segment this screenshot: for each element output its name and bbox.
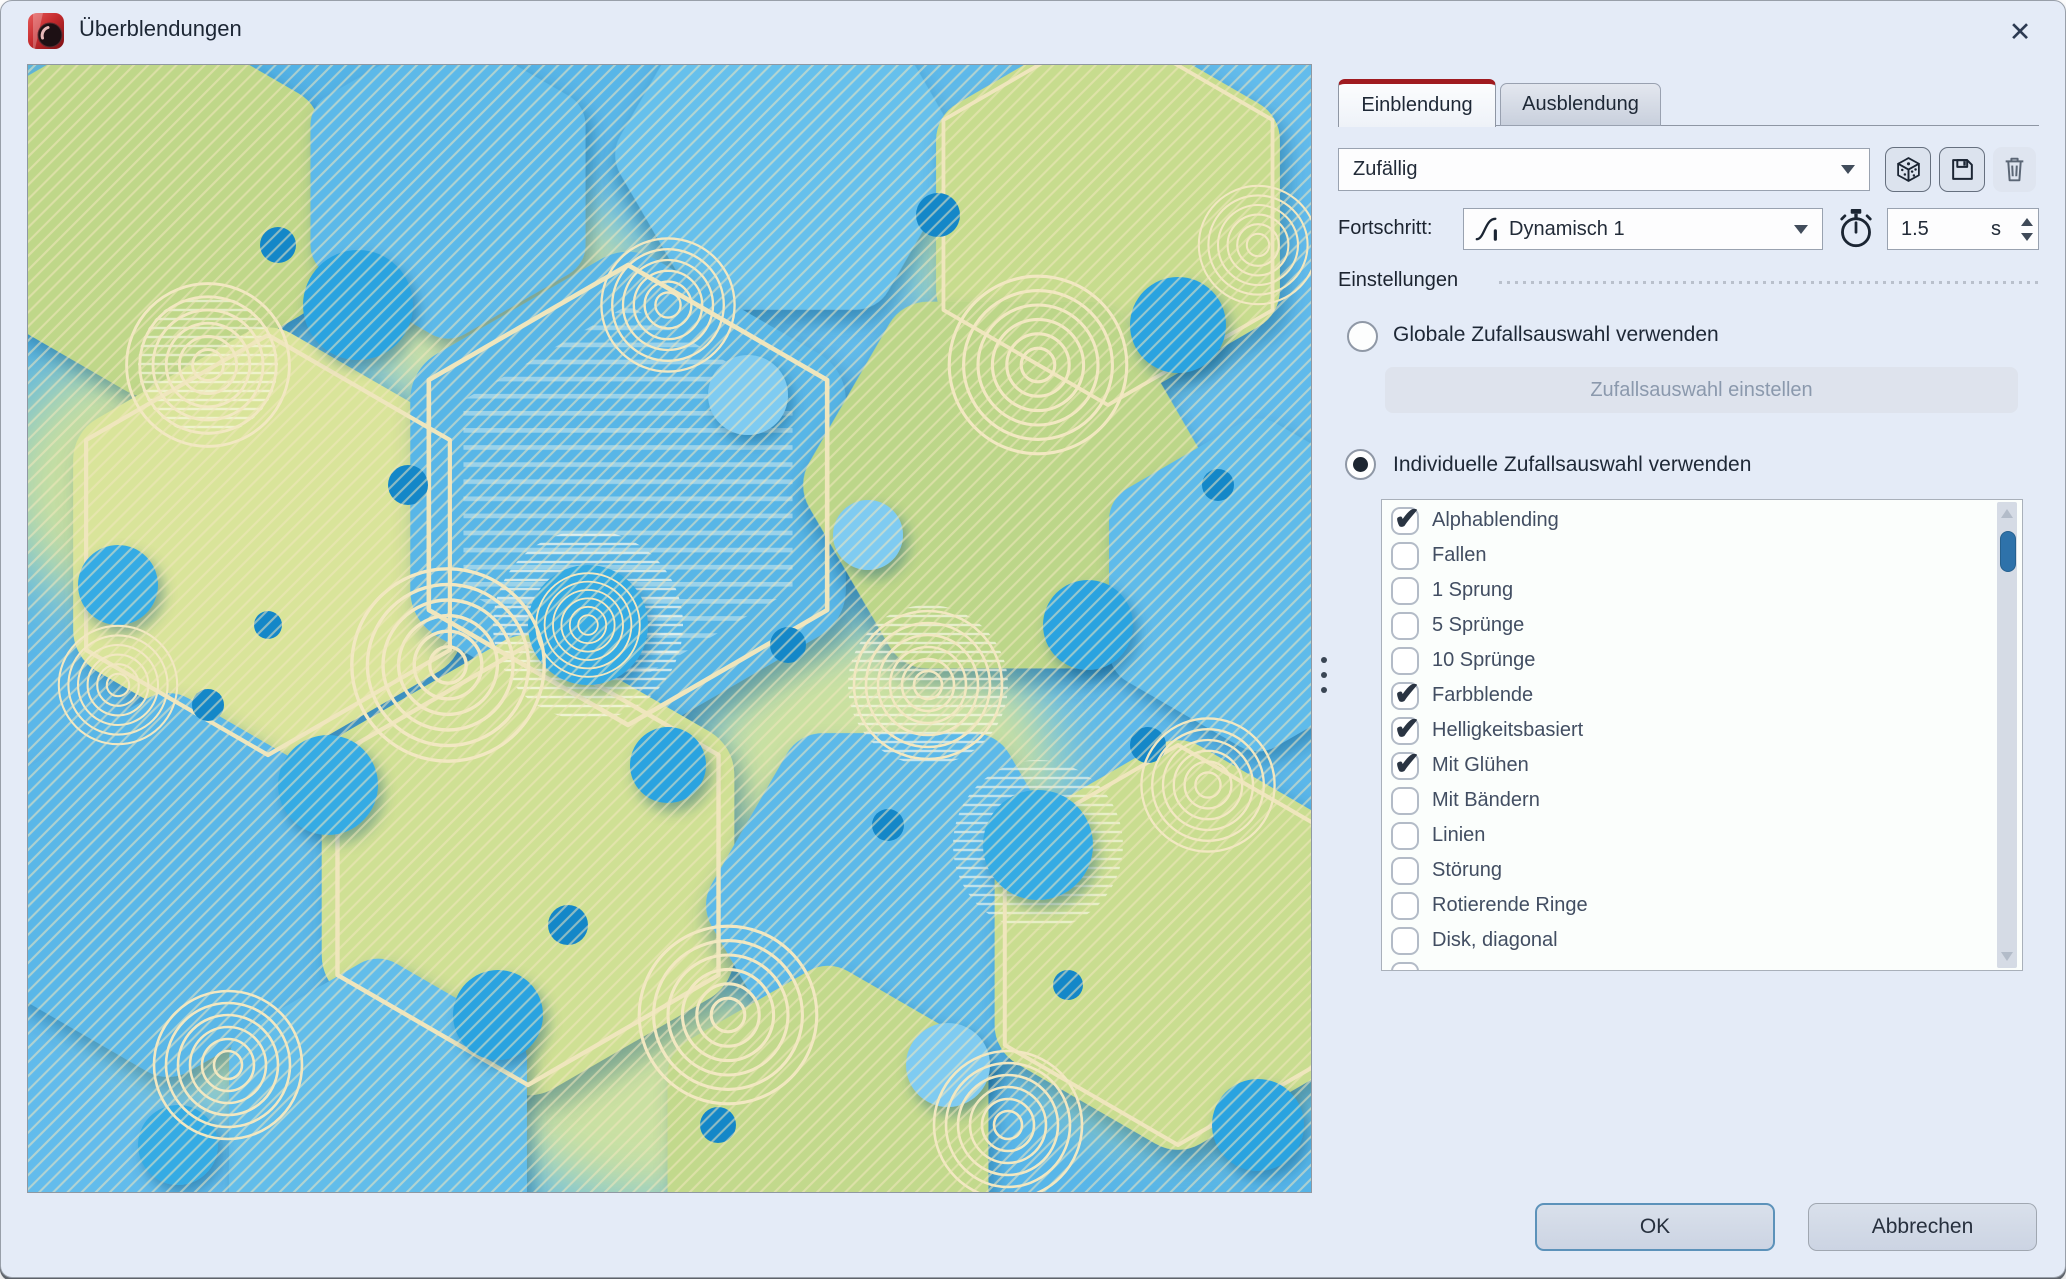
spinner-arrows[interactable] [2021, 209, 2033, 249]
effect-row[interactable] [1382, 958, 2022, 971]
effect-checkbox[interactable] [1391, 892, 1419, 920]
effect-label: Störung [1432, 859, 1502, 882]
radio-global-label: Globale Zufallsauswahl verwenden [1393, 323, 1719, 347]
trash-icon [2002, 156, 2027, 183]
effect-checkbox[interactable] [1391, 647, 1419, 675]
tab-einblendung[interactable]: Einblendung [1338, 79, 1496, 127]
settings-divider [1499, 281, 2039, 284]
dice-icon [1895, 156, 1922, 183]
settings-header: Einstellungen [1338, 269, 1458, 292]
effect-label: Linien [1432, 824, 1485, 847]
effect-row[interactable]: 1 Sprung [1382, 573, 2022, 608]
effect-row[interactable]: 10 Sprünge [1382, 643, 2022, 678]
effect-checkbox[interactable] [1391, 612, 1419, 640]
effects-list[interactable]: Alphablending Fallen 1 Sprung 5 Sprünge … [1381, 499, 2023, 971]
progress-curve-value: Dynamisch 1 [1509, 218, 1625, 241]
effect-label: Fallen [1432, 544, 1486, 567]
effect-checkbox[interactable] [1391, 962, 1419, 972]
effect-checkbox[interactable] [1391, 927, 1419, 955]
effect-row[interactable]: Farbblende [1382, 678, 2022, 713]
effect-row[interactable]: Alphablending [1382, 503, 2022, 538]
effect-checkbox[interactable] [1391, 577, 1419, 605]
progress-label: Fortschritt: [1338, 217, 1432, 240]
effect-label: Rotierende Ringe [1432, 894, 1588, 917]
configure-random-button[interactable]: Zufallsauswahl einstellen [1385, 367, 2018, 413]
effect-label: Mit Bändern [1432, 789, 1540, 812]
scroll-down-icon[interactable] [2001, 952, 2013, 961]
ok-button[interactable]: OK [1535, 1203, 1775, 1251]
effect-checkbox[interactable] [1391, 752, 1419, 780]
duration-unit: s [1991, 218, 2001, 241]
effect-row[interactable]: Rotierende Ringe [1382, 888, 2022, 923]
spin-up-icon[interactable] [2021, 218, 2033, 226]
effect-row[interactable]: Disk, diagonal [1382, 923, 2022, 958]
preset-select[interactable]: Zufällig [1338, 148, 1870, 191]
effects-scrollbar[interactable] [1997, 502, 2017, 968]
effect-checkbox[interactable] [1391, 822, 1419, 850]
effect-row[interactable]: Mit Bändern [1382, 783, 2022, 818]
effect-checkbox[interactable] [1391, 682, 1419, 710]
cancel-button[interactable]: Abbrechen [1808, 1203, 2037, 1251]
effect-label: Farbblende [1432, 684, 1533, 707]
preset-value: Zufällig [1353, 158, 1417, 181]
effect-row[interactable]: Helligkeitsbasiert [1382, 713, 2022, 748]
effect-label: Disk, diagonal [1432, 929, 1558, 952]
progress-curve-select[interactable]: Dynamisch 1 [1463, 208, 1823, 250]
effect-row[interactable]: Fallen [1382, 538, 2022, 573]
preview-canvas [27, 64, 1312, 1193]
dialog-window: Überblendungen ✕ [0, 0, 2066, 1278]
chevron-down-icon [1841, 165, 1855, 174]
tab-ausblendung[interactable]: Ausblendung [1500, 83, 1661, 126]
scrollbar-thumb[interactable] [2000, 531, 2016, 572]
window-title: Überblendungen [79, 16, 242, 42]
scroll-up-icon[interactable] [2001, 509, 2013, 518]
app-icon [27, 12, 65, 50]
randomize-button[interactable] [1885, 147, 1931, 192]
effect-label: 1 Sprung [1432, 579, 1513, 602]
effect-checkbox[interactable] [1391, 787, 1419, 815]
duration-value: 1.5 [1888, 218, 1929, 241]
close-icon[interactable]: ✕ [1997, 11, 2043, 53]
radio-individual-label: Individuelle Zufallsauswahl verwenden [1393, 453, 1751, 477]
stopwatch-icon [1837, 207, 1875, 250]
effect-label: Mit Glühen [1432, 754, 1529, 777]
easing-curve-icon [1474, 215, 1500, 243]
chevron-down-icon [1794, 225, 1808, 234]
effect-checkbox[interactable] [1391, 507, 1419, 535]
effect-label: 10 Sprünge [1432, 649, 1535, 672]
effect-label: Alphablending [1432, 509, 1559, 532]
effect-row[interactable]: Mit Glühen [1382, 748, 2022, 783]
effect-checkbox[interactable] [1391, 857, 1419, 885]
save-preset-button[interactable] [1939, 147, 1985, 192]
effect-label: 5 Sprünge [1432, 614, 1524, 637]
generative-pattern-image [28, 65, 1311, 1192]
spin-down-icon[interactable] [2021, 233, 2033, 241]
effect-row[interactable]: 5 Sprünge [1382, 608, 2022, 643]
splitter-handle[interactable] [1316, 647, 1332, 703]
radio-global-random[interactable] [1347, 321, 1378, 352]
title-bar: Überblendungen ✕ [1, 1, 2065, 61]
delete-preset-button[interactable] [1993, 147, 2036, 192]
effect-label: Helligkeitsbasiert [1432, 719, 1583, 742]
radio-individual-random[interactable] [1345, 449, 1376, 480]
effect-checkbox[interactable] [1391, 542, 1419, 570]
duration-spinner[interactable]: 1.5 s [1887, 208, 2039, 250]
effect-checkbox[interactable] [1391, 717, 1419, 745]
effect-row[interactable]: Linien [1382, 818, 2022, 853]
floppy-save-icon [1949, 156, 1976, 183]
effect-row[interactable]: Störung [1382, 853, 2022, 888]
